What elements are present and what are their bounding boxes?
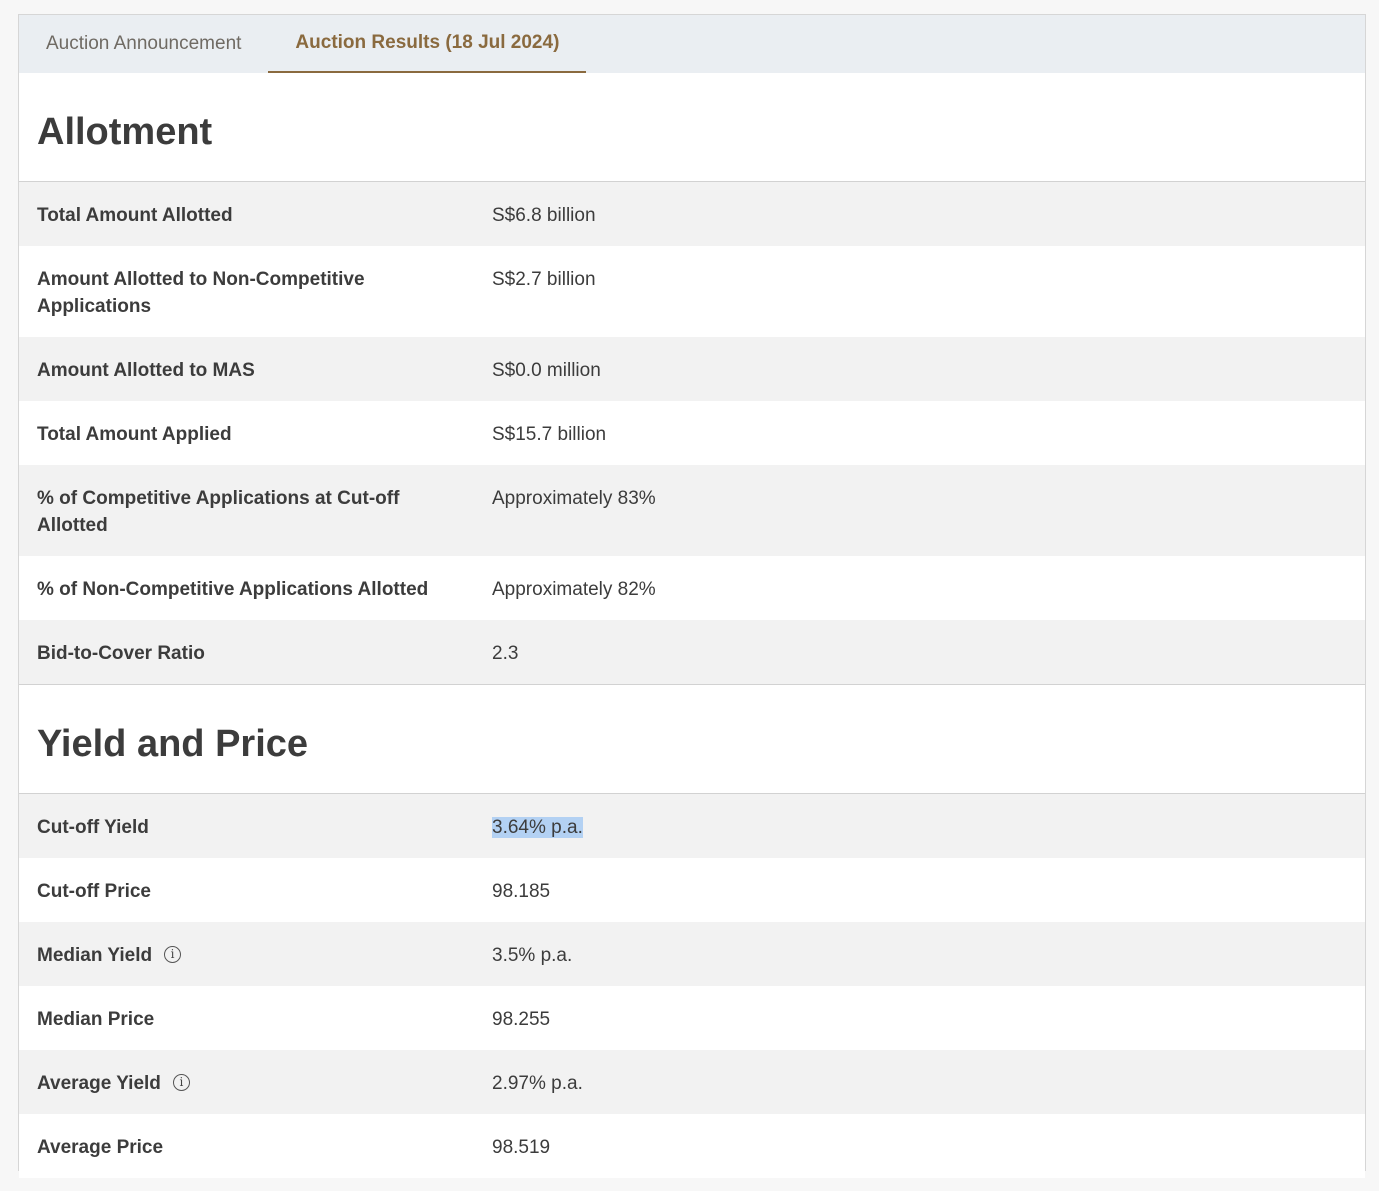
table-row: Amount Allotted to Non-Competitive Appli…: [19, 246, 1365, 337]
row-value: 3.64% p.a.: [492, 794, 583, 858]
row-label: Total Amount Applied: [37, 424, 232, 445]
row-value: 2.97% p.a.: [492, 1073, 583, 1094]
auction-results-panel: Auction Announcement Auction Results (18…: [18, 14, 1366, 1178]
table-row: Average Yield i 2.97% p.a.: [19, 1050, 1365, 1114]
table-row: Cut-off Price 98.185: [19, 858, 1365, 922]
row-value: 98.185: [492, 881, 551, 902]
row-value: Approximately 82%: [492, 579, 656, 600]
table-row: Total Amount Allotted S$6.8 billion: [19, 182, 1365, 246]
row-value: S$15.7 billion: [492, 424, 607, 445]
row-value: 2.3: [492, 643, 519, 664]
row-label: % of Competitive Applications at Cut-off…: [37, 488, 400, 536]
row-label: Cut-off Yield: [37, 817, 149, 838]
row-label: Average Yield i: [37, 1050, 492, 1114]
table-row: % of Non-Competitive Applications Allott…: [19, 556, 1365, 620]
row-value: Approximately 83%: [492, 488, 656, 509]
tab-auction-results[interactable]: Auction Results (18 Jul 2024): [268, 15, 587, 73]
row-value: 98.519: [492, 1137, 551, 1158]
row-label: Amount Allotted to Non-Competitive Appli…: [37, 269, 365, 317]
row-label: % of Non-Competitive Applications Allott…: [37, 579, 429, 600]
row-label-text: Median Yield: [37, 945, 153, 966]
info-icon[interactable]: i: [172, 1074, 190, 1091]
row-label: Average Price: [37, 1137, 164, 1158]
table-row: % of Competitive Applications at Cut-off…: [19, 465, 1365, 556]
row-label: Median Yield i: [37, 922, 492, 986]
table-row: Median Yield i 3.5% p.a.: [19, 922, 1365, 986]
row-label: Total Amount Allotted: [37, 205, 233, 226]
tab-auction-announcement[interactable]: Auction Announcement: [19, 15, 268, 73]
table-row: Total Amount Applied S$15.7 billion: [19, 401, 1365, 465]
row-value: S$6.8 billion: [492, 205, 596, 226]
row-label: Amount Allotted to MAS: [37, 360, 255, 381]
row-label: Median Price: [37, 1009, 155, 1030]
table-row: Average Price 98.519: [19, 1114, 1365, 1178]
table-row: Bid-to-Cover Ratio 2.3: [19, 620, 1365, 684]
selected-text: 3.64% p.a.: [492, 817, 583, 838]
row-label: Cut-off Price: [37, 881, 151, 902]
row-label: Bid-to-Cover Ratio: [37, 643, 205, 664]
table-row: Median Price 98.255: [19, 986, 1365, 1050]
tab-bar: Auction Announcement Auction Results (18…: [19, 15, 1365, 73]
row-label-text: Average Yield: [37, 1073, 161, 1094]
row-value: 3.5% p.a.: [492, 945, 573, 966]
row-value: S$0.0 million: [492, 360, 601, 381]
allotment-heading: Allotment: [19, 73, 1365, 182]
table-row: Amount Allotted to MAS S$0.0 million: [19, 337, 1365, 401]
row-value: 98.255: [492, 1009, 551, 1030]
info-icon[interactable]: i: [164, 946, 182, 963]
table-row: Cut-off Yield 3.64% p.a.: [19, 794, 1365, 858]
row-value: S$2.7 billion: [492, 269, 596, 290]
yield-and-price-heading: Yield and Price: [19, 684, 1365, 794]
